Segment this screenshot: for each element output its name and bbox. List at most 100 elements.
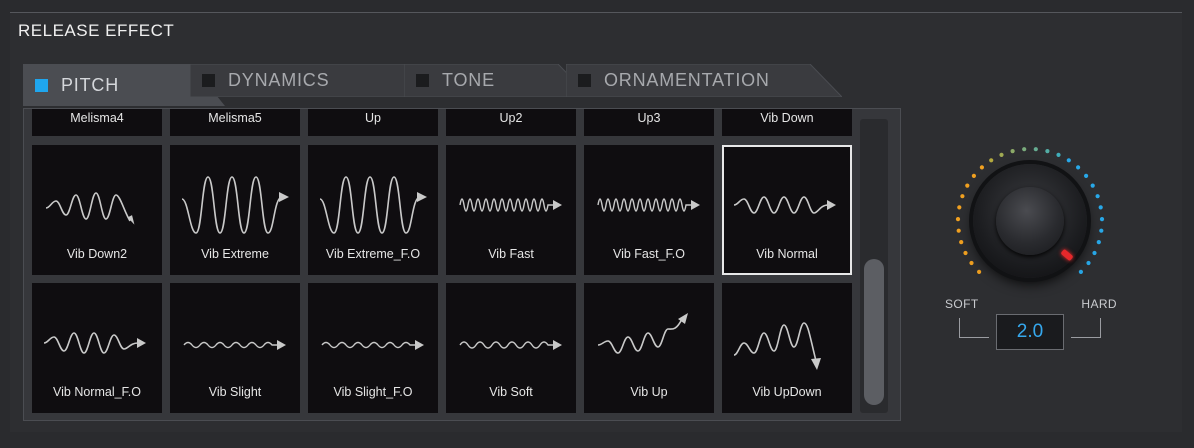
knob-scale-dot: [1099, 228, 1104, 233]
bracket-right: [1071, 318, 1101, 338]
vib-extreme-fo-wave-icon: [319, 176, 427, 234]
scroll-thumb[interactable]: [864, 259, 884, 405]
vib-up-wave-icon: [597, 313, 688, 354]
knob-cap: [996, 187, 1064, 255]
knob-scale-dot: [1095, 194, 1100, 199]
effect-name: Vib Down2: [66, 247, 128, 261]
tab-label: DYNAMICS: [228, 70, 330, 90]
tab-label: ORNAMENTATION: [604, 70, 770, 90]
knob-scale-dot: [955, 217, 961, 222]
knob-scale-dot: [979, 165, 984, 170]
tab-indicator-icon: [35, 78, 48, 92]
effect-tile-vib-slight-fo[interactable]: Vib Slight_F.O: [308, 283, 438, 413]
tab-dynamics[interactable]: DYNAMICS: [190, 64, 438, 97]
effect-tile-vib-slight[interactable]: Vib Slight: [170, 283, 300, 413]
knob-scale-dot: [969, 260, 974, 266]
knob-scale-dot: [989, 158, 994, 163]
grid-scrollbar[interactable]: [860, 119, 888, 413]
effect-name: Vib Slight_F.O: [333, 385, 413, 399]
effect-tile-vib-extreme[interactable]: Vib Extreme: [170, 145, 300, 275]
knob-scale-dot: [957, 205, 962, 210]
effect-tile-vib-fast-fo[interactable]: Vib Fast_F.O: [584, 145, 714, 275]
effect-grid: Melisma4 Melisma5 Up Up2 Up3 Vib Down Vi…: [32, 109, 858, 415]
effect-tile-up2[interactable]: Up2: [446, 109, 576, 136]
effect-name: Vib Fast_F.O: [612, 247, 686, 261]
knob-scale-dot: [1098, 205, 1103, 210]
knob-scale-dot: [956, 228, 961, 233]
vib-normal-wave-icon: [733, 196, 836, 214]
effect-name: Vib Normal_F.O: [53, 385, 141, 399]
effect-name: Vib UpDown: [752, 385, 822, 399]
knob-scale-dot: [1090, 183, 1095, 188]
tab-label: PITCH: [61, 74, 119, 95]
knob-scale-dot: [965, 183, 970, 188]
effect-tile-up3[interactable]: Up3: [584, 109, 714, 136]
knob-scale-dot: [1096, 240, 1101, 245]
effect-tile-vib-fast[interactable]: Vib Fast: [446, 145, 576, 275]
tab-indicator-icon: [202, 74, 215, 87]
tab-tone[interactable]: TONE: [404, 64, 590, 97]
tab-ornamentation[interactable]: ORNAMENTATION: [566, 64, 842, 97]
vib-fast-wave-icon: [459, 198, 562, 212]
effect-tile-vib-soft[interactable]: Vib Soft: [446, 283, 576, 413]
effect-tile-vib-updown[interactable]: Vib UpDown: [722, 283, 852, 413]
effect-tile-vib-normal[interactable]: Vib Normal: [722, 145, 852, 275]
bracket-left: [959, 318, 989, 338]
knob-label-soft: SOFT: [945, 297, 979, 311]
knob-label-hard: HARD: [1081, 297, 1117, 311]
knob-value-display[interactable]: 2.0: [996, 314, 1064, 350]
vib-fast-fo-wave-icon: [597, 198, 700, 212]
knob-scale-dot: [1086, 260, 1091, 266]
intensity-knob-area: SOFT HARD 2.0: [935, 140, 1125, 370]
effect-tile-vib-down[interactable]: Vib Down: [722, 109, 852, 136]
effect-name: Vib Soft: [489, 385, 533, 399]
knob-scale-dot: [1099, 217, 1105, 222]
effect-name: Vib Extreme_F.O: [325, 247, 421, 261]
effect-tile-melisma5[interactable]: Melisma5: [170, 109, 300, 136]
effect-tile-melisma4[interactable]: Melisma4: [32, 109, 162, 136]
intensity-knob[interactable]: [973, 164, 1087, 278]
effect-name: Melisma5: [208, 111, 262, 125]
effect-tile-vib-down2[interactable]: Vib Down2: [32, 145, 162, 275]
effect-name: Melisma4: [70, 111, 124, 125]
effect-name: Vib Slight: [208, 385, 262, 399]
knob-scale-dot: [960, 194, 965, 199]
effect-tile-vib-extreme-fo[interactable]: Vib Extreme_F.O: [308, 145, 438, 275]
knob-scale-dot: [959, 240, 964, 245]
effect-name: Vib Extreme: [201, 247, 269, 261]
knob-scale-dot: [1056, 152, 1061, 157]
vib-soft-wave-icon: [459, 340, 562, 350]
knob-scale-dot: [971, 173, 976, 178]
tab-label: TONE: [442, 70, 495, 90]
vib-normal-fo-wave-icon: [43, 332, 146, 354]
knob-scale-dot: [1076, 165, 1081, 170]
knob-scale-dot: [1045, 149, 1050, 154]
panel-title: RELEASE EFFECT: [18, 21, 175, 40]
vib-slight-wave-icon: [183, 340, 286, 350]
knob-scale-dot: [1022, 147, 1027, 152]
effect-tile-up[interactable]: Up: [308, 109, 438, 136]
vib-down-wave-icon: [45, 192, 135, 225]
tab-indicator-icon: [578, 74, 591, 87]
vib-slight-fo-wave-icon: [321, 340, 424, 350]
knob-scale-dot: [1084, 173, 1089, 178]
vib-extreme-wave-icon: [181, 176, 289, 234]
effect-tile-vib-normal-fo[interactable]: Vib Normal_F.O: [32, 283, 162, 413]
effect-grid-area: Melisma4 Melisma5 Up Up2 Up3 Vib Down Vi…: [23, 108, 901, 421]
knob-scale-dot: [977, 269, 982, 274]
effect-name: Vib Up: [630, 385, 668, 399]
knob-scale-dot: [1092, 250, 1097, 256]
knob-scale-dot: [1066, 158, 1071, 163]
effect-name: Up2: [499, 111, 523, 125]
knob-scale-dot: [999, 152, 1004, 157]
effect-name: Up3: [637, 111, 661, 125]
effect-tile-vib-up[interactable]: Vib Up: [584, 283, 714, 413]
effect-name: Vib Down: [760, 111, 814, 125]
effect-name: Vib Normal: [756, 247, 818, 261]
knob-scale-dot: [1033, 147, 1038, 152]
knob-scale-dot: [1010, 149, 1015, 154]
effect-name: Up: [365, 111, 381, 125]
effect-name: Vib Fast: [488, 247, 534, 261]
tab-bar: PITCH DYNAMICS TONE ORNAMENTATION: [14, 64, 894, 106]
knob-scale-dot: [963, 250, 968, 256]
